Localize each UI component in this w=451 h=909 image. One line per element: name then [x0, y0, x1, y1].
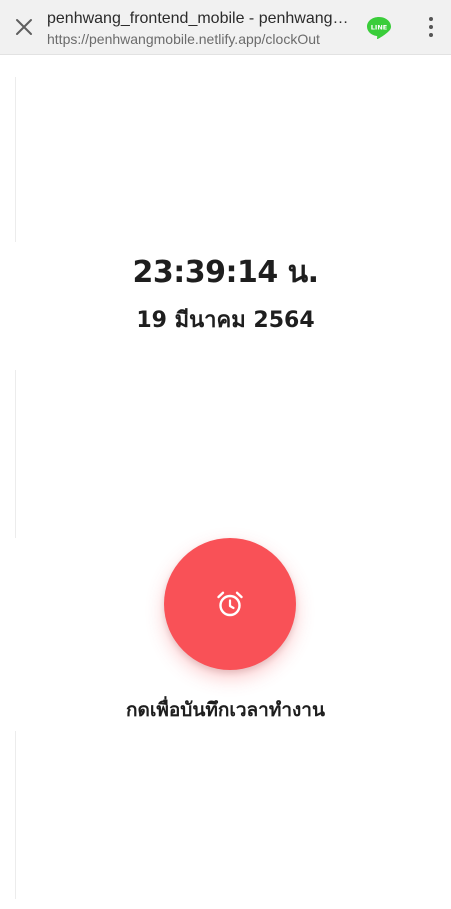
menu-dot — [429, 25, 433, 29]
line-share-button[interactable]: LINE — [366, 16, 392, 40]
clock-button-label: กดเพื่อบันทึกเวลาทำงาน — [126, 699, 325, 721]
alarm-clock-icon — [217, 591, 243, 617]
more-menu-button[interactable] — [420, 14, 442, 40]
page-title: penhwang_frontend_mobile - penhwang_fron… — [47, 10, 352, 27]
close-icon — [16, 19, 32, 35]
current-date: 19 มีนาคม 2564 — [136, 308, 315, 333]
browser-toolbar: penhwang_frontend_mobile - penhwang_fron… — [0, 0, 451, 55]
browser-window: penhwang_frontend_mobile - penhwang_fron… — [0, 0, 451, 909]
line-logo-text: LINE — [371, 24, 387, 32]
menu-dot — [429, 33, 433, 37]
current-time: 23:39:14 น. — [132, 255, 319, 290]
clock-in-button[interactable] — [164, 538, 296, 670]
menu-dot — [429, 17, 433, 21]
edge-divider — [15, 77, 16, 242]
edge-divider — [15, 370, 16, 538]
address-area[interactable]: penhwang_frontend_mobile - penhwang_fron… — [47, 9, 352, 48]
page-url: https://penhwangmobile.netlify.app/clock… — [47, 31, 320, 47]
close-button[interactable] — [10, 13, 38, 41]
line-app-icon: LINE — [367, 17, 391, 40]
edge-divider — [15, 731, 16, 899]
page-content: 23:39:14 น. 19 มีนาคม 2564 กดเพื่อบันทึก… — [0, 55, 451, 909]
